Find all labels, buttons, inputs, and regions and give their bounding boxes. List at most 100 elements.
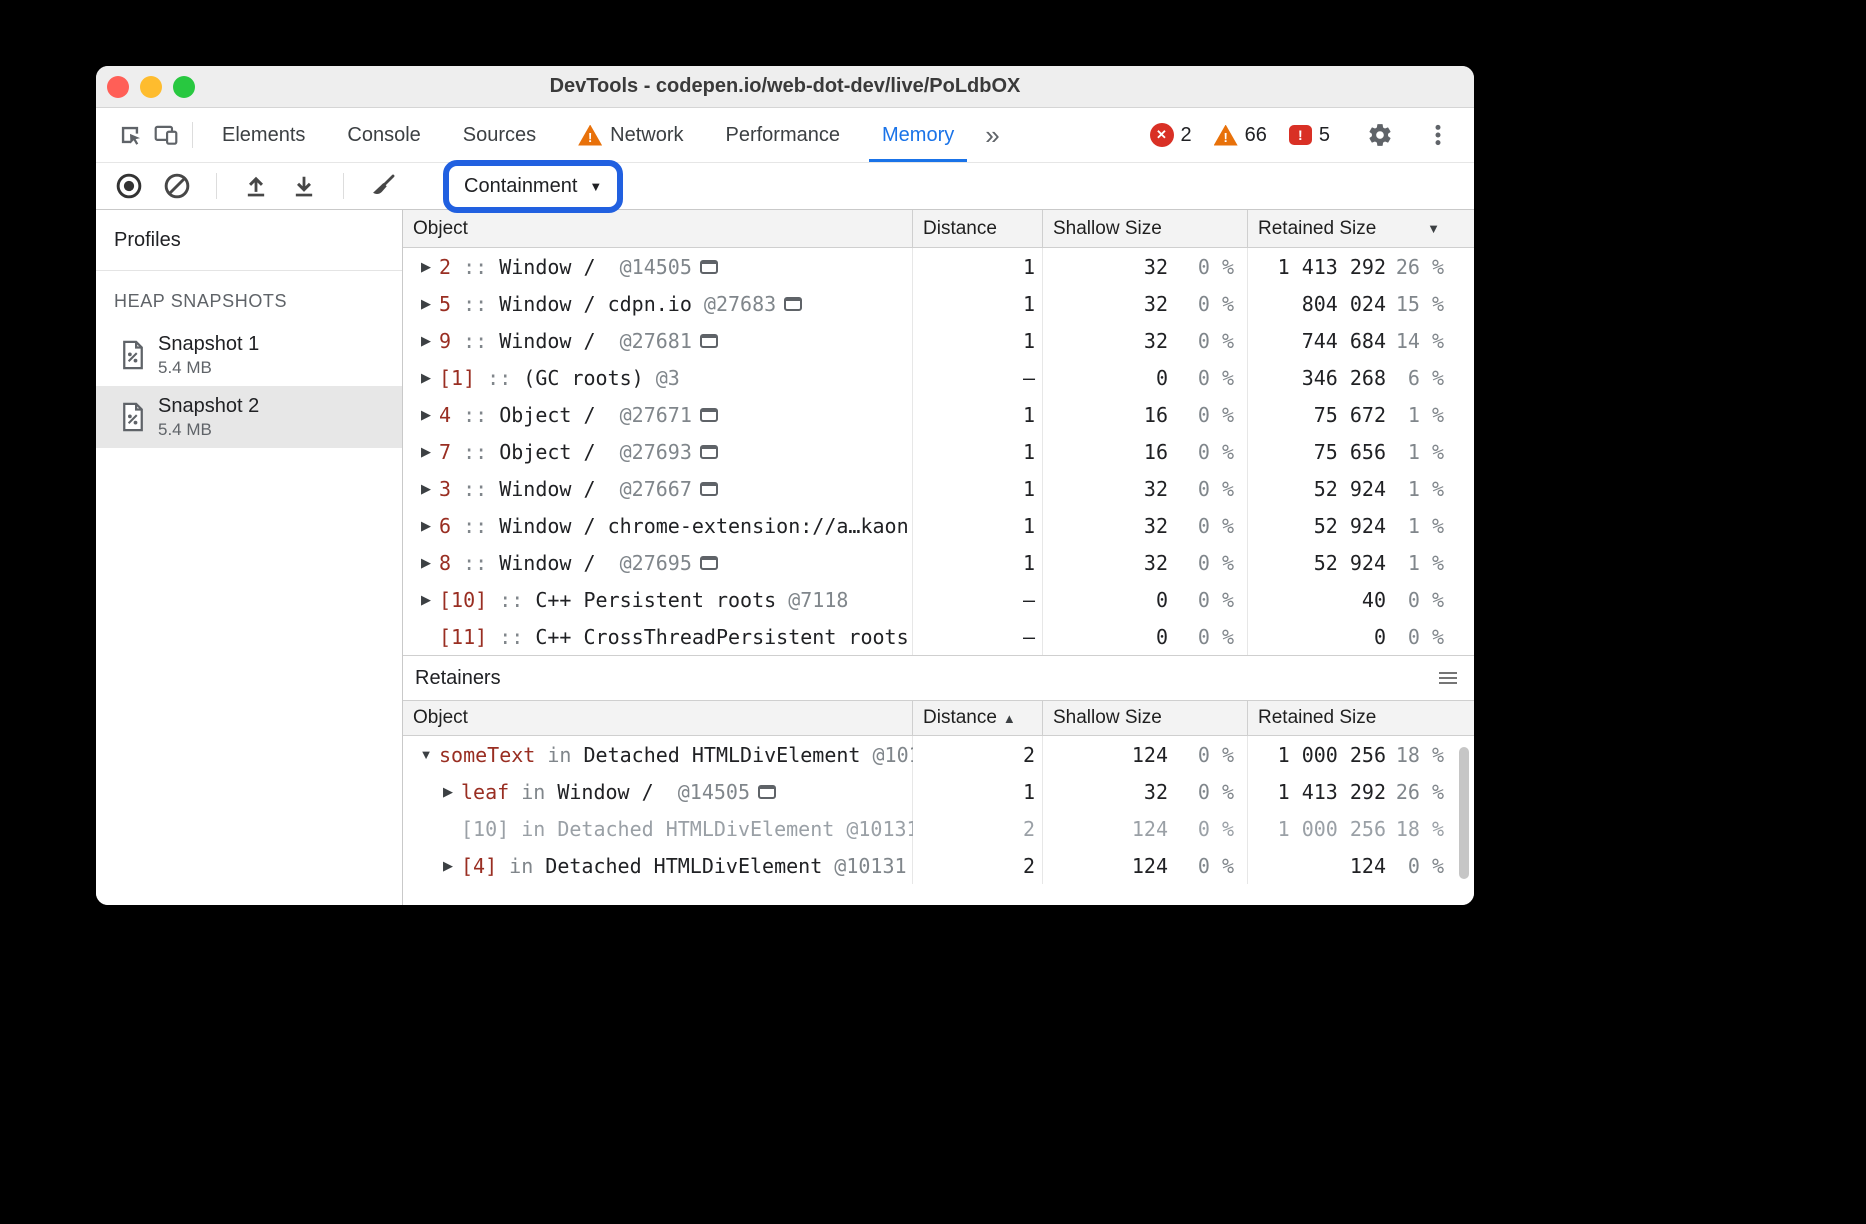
containment-row[interactable]: ▶[10] :: C++ Persistent roots @7118–00 %… [403, 581, 1474, 618]
reveal-window-icon[interactable] [700, 260, 718, 274]
retainers-grid: ▼someText in Detached HTMLDivElement @10… [403, 736, 1474, 884]
retainer-row[interactable]: ▶leaf in Window / @145051320 %1 413 2922… [403, 773, 1474, 810]
containment-row[interactable]: ▶9 :: Window / @276811320 %744 68414 % [403, 322, 1474, 359]
retained-size-percent: 1 % [1386, 514, 1474, 538]
containment-column-headers: Object Distance Shallow Size Retained Si… [403, 210, 1474, 248]
column-header-retained-size[interactable]: Retained Size ▼ [1248, 210, 1474, 247]
object-type: C++ CrossThreadPersistent roots [535, 625, 908, 649]
containment-row[interactable]: ▶2 :: Window / @145051320 %1 413 29226 % [403, 248, 1474, 285]
containment-row[interactable]: ▶[1] :: (GC roots) @3–00 %346 2686 % [403, 359, 1474, 396]
tab-elements[interactable]: Elements [201, 108, 326, 162]
object-name: [1] [439, 366, 475, 390]
tab-performance[interactable]: Performance [705, 108, 862, 162]
shallow-size-cell: 00 % [1043, 581, 1248, 618]
tab-memory[interactable]: Memory [861, 108, 975, 162]
reveal-window-icon[interactable] [700, 482, 718, 496]
snapshot-item-1[interactable]: Snapshot 1 5.4 MB [96, 324, 402, 386]
warnings-indicator[interactable]: ! 66 [1214, 124, 1267, 147]
expander-collapsed-icon[interactable]: ▶ [435, 858, 461, 874]
column-header-retained-size[interactable]: Retained Size [1248, 701, 1474, 735]
warning-count: 66 [1245, 124, 1267, 147]
reveal-window-icon[interactable] [700, 556, 718, 570]
column-header-object[interactable]: Object [403, 701, 913, 735]
view-mode-select[interactable]: Containment ▼ [448, 167, 618, 206]
more-tabs-button[interactable]: » [975, 122, 1009, 148]
expander-collapsed-icon[interactable]: ▶ [413, 555, 439, 571]
expander-collapsed-icon[interactable]: ▶ [413, 481, 439, 497]
collect-garbage-broom-icon[interactable] [366, 169, 400, 203]
containment-row[interactable]: ▶5 :: Window / cdpn.io @276831320 %804 0… [403, 285, 1474, 322]
containment-row[interactable]: ▶4 :: Object / @276711160 %75 6721 % [403, 396, 1474, 433]
expander-collapsed-icon[interactable]: ▶ [413, 296, 439, 312]
containment-row[interactable]: ▶3 :: Window / @276671320 %52 9241 % [403, 470, 1474, 507]
expander-collapsed-icon[interactable]: ▶ [413, 333, 439, 349]
reveal-window-icon[interactable] [758, 785, 776, 799]
close-window-button[interactable] [107, 76, 129, 98]
containment-row[interactable]: ▶6 :: Window / chrome-extension://a…kaon… [403, 507, 1474, 544]
zoom-window-button[interactable] [173, 76, 195, 98]
retained-size-percent: 1 % [1386, 477, 1474, 501]
containment-row[interactable]: ▶8 :: Window / @276951320 %52 9241 % [403, 544, 1474, 581]
object-cell: ▶[1] :: (GC roots) @3 [403, 359, 913, 396]
save-profile-icon[interactable] [287, 169, 321, 203]
shallow-size-cell: 320 % [1043, 544, 1248, 581]
titlebar[interactable]: DevTools - codepen.io/web-dot-dev/live/P… [96, 66, 1474, 108]
expander-collapsed-icon[interactable]: ▶ [413, 370, 439, 386]
errors-indicator[interactable]: ✕ 2 [1150, 123, 1192, 147]
expander-collapsed-icon[interactable]: ▶ [413, 592, 439, 608]
retainer-row[interactable]: ▶[4] in Detached HTMLDivElement @1013121… [403, 847, 1474, 884]
tab-sources[interactable]: Sources [442, 108, 557, 162]
retainer-row[interactable]: ▼someText in Detached HTMLDivElement @10… [403, 736, 1474, 773]
issues-indicator[interactable]: ! 5 [1289, 124, 1330, 147]
object-url: cdpn.io [596, 292, 692, 316]
shallow-size-cell: 320 % [1043, 248, 1248, 285]
column-header-distance[interactable]: Distance [913, 210, 1043, 247]
column-header-object[interactable]: Object [403, 210, 913, 247]
reveal-window-icon[interactable] [784, 297, 802, 311]
object-id: @27693 [596, 440, 692, 464]
object-type: Detached HTMLDivElement [557, 817, 834, 841]
expander-collapsed-icon[interactable]: ▶ [413, 259, 439, 275]
object-cell: ▶9 :: Window / @27681 [403, 322, 913, 359]
expander-collapsed-icon[interactable]: ▶ [413, 407, 439, 423]
expander-collapsed-icon[interactable]: ▶ [435, 784, 461, 800]
vertical-scrollbar[interactable] [1459, 747, 1469, 879]
load-profile-icon[interactable] [239, 169, 273, 203]
reveal-window-icon[interactable] [700, 334, 718, 348]
object-id: @27681 [596, 329, 692, 353]
expander-expanded-icon[interactable]: ▼ [413, 747, 439, 762]
clear-all-profiles-icon[interactable] [160, 169, 194, 203]
column-header-shallow-size[interactable]: Shallow Size [1043, 701, 1248, 735]
separator-text: :: [475, 366, 523, 390]
minimize-window-button[interactable] [140, 76, 162, 98]
settings-gear-icon[interactable] [1362, 117, 1398, 153]
expander-collapsed-icon[interactable]: ▶ [413, 444, 439, 460]
object-id: @27671 [596, 403, 692, 427]
record-heap-snapshot-icon[interactable] [112, 169, 146, 203]
kebab-menu-icon[interactable] [1420, 117, 1456, 153]
object-name: [4] [461, 854, 497, 878]
containment-row[interactable]: [11] :: C++ CrossThreadPersistent roots–… [403, 618, 1474, 655]
inspect-element-icon[interactable] [112, 117, 148, 153]
reveal-window-icon[interactable] [700, 408, 718, 422]
reveal-window-icon[interactable] [700, 445, 718, 459]
shallow-size-cell: 00 % [1043, 618, 1248, 655]
object-id: @10131 [822, 854, 906, 878]
separator-text: :: [451, 551, 499, 575]
column-header-shallow-size[interactable]: Shallow Size [1043, 210, 1248, 247]
hamburger-menu-icon[interactable] [1438, 670, 1458, 686]
expander-collapsed-icon[interactable]: ▶ [413, 518, 439, 534]
device-toolbar-icon[interactable] [148, 117, 184, 153]
column-label: Distance [923, 707, 997, 729]
tab-console[interactable]: Console [326, 108, 441, 162]
column-header-distance[interactable]: Distance ▲ [913, 701, 1043, 735]
retained-size-value: 1 413 292 [1248, 255, 1386, 279]
shallow-size-percent: 0 % [1168, 551, 1248, 575]
column-label: Retained Size [1258, 218, 1376, 240]
containment-row[interactable]: ▶7 :: Object / @276931160 %75 6561 % [403, 433, 1474, 470]
retained-size-value: 1 000 256 [1248, 817, 1386, 841]
snapshot-item-2[interactable]: Snapshot 2 5.4 MB [96, 386, 402, 448]
tab-network[interactable]: !Network [557, 108, 704, 162]
retainer-row[interactable]: [10] in Detached HTMLDivElement @1013121… [403, 810, 1474, 847]
indent-spacer [413, 828, 435, 829]
